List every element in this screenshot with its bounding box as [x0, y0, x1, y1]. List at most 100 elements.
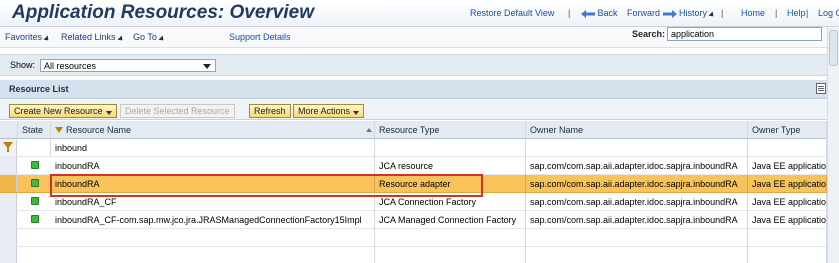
vertical-scrollbar[interactable] [827, 27, 839, 263]
page-title: Application Resources: Overview [12, 2, 314, 23]
separator: | [775, 8, 778, 18]
resource-name-cell: inboundRA_CF-com.sap.mw.jco.jra.JRASMana… [51, 211, 375, 229]
filter-resource-name-input[interactable]: inbound [51, 139, 375, 157]
separator: | [806, 8, 809, 18]
scrollbar-thumb[interactable] [829, 30, 838, 66]
back-button[interactable]: Back [581, 8, 618, 18]
table-header-row: State Resource Name Resource Type Owner … [0, 121, 827, 139]
owner-type-cell: Java EE application [748, 157, 827, 175]
status-ok-icon [31, 215, 39, 223]
table-row[interactable]: inboundRA_CF JCA Connection Factory sap.… [0, 193, 827, 211]
owner-type-cell: Java EE application [748, 211, 827, 229]
filter-icon [55, 127, 63, 133]
resource-toolbar: Create New Resource Delete Selected Reso… [0, 100, 827, 120]
row-selector[interactable] [0, 175, 17, 192]
table-row[interactable]: inboundRA JCA resource sap.com/com.sap.a… [0, 157, 827, 175]
owner-type-cell: Java EE application [748, 193, 827, 211]
panel-title: Resource List [9, 84, 69, 94]
resource-name-cell: inboundRA_CF [51, 193, 375, 211]
resource-name-cell: inboundRA [51, 157, 375, 175]
filter-owner-type-input[interactable] [748, 139, 827, 157]
create-new-resource-button[interactable]: Create New Resource [9, 104, 117, 118]
owner-type-cell: Java EE application [748, 175, 827, 193]
empty-cell [526, 247, 748, 263]
row-selector[interactable] [0, 157, 17, 174]
resource-type-cell: JCA Connection Factory [375, 193, 526, 211]
search-label: Search: [632, 29, 666, 39]
forward-button[interactable]: Forward [627, 8, 677, 18]
select-all-cell[interactable] [0, 121, 18, 139]
status-ok-icon [31, 161, 39, 169]
dropdown-arrow-icon [43, 35, 51, 43]
empty-cell [51, 229, 375, 247]
empty-cell [375, 247, 526, 263]
row-selector[interactable] [0, 193, 17, 210]
resource-type-cell: Resource adapter [375, 175, 526, 193]
filter-owner-name-input[interactable] [526, 139, 748, 157]
help-link[interactable]: Help [787, 8, 806, 18]
show-selected-value: All resources [44, 61, 97, 71]
restore-default-view-link[interactable]: Restore Default View [470, 8, 554, 18]
favorites-menu[interactable]: Favorites [5, 32, 51, 43]
show-filter-bar: Show: All resources [0, 54, 827, 76]
empty-table-row [0, 247, 827, 263]
chevron-down-icon [203, 64, 211, 69]
table-row-selected[interactable]: inboundRA Resource adapter sap.com/com.s… [0, 175, 827, 193]
related-links-menu[interactable]: Related Links [61, 32, 125, 43]
column-header-resource-name[interactable]: Resource Name [51, 121, 375, 139]
search-input[interactable] [667, 27, 822, 41]
filter-icon [3, 142, 13, 152]
delete-selected-resource-button[interactable]: Delete Selected Resource [120, 104, 235, 118]
top-links: Restore Default View | Back Forward Hist… [470, 8, 839, 22]
dropdown-arrow-icon [117, 35, 125, 43]
owner-name-cell: sap.com/com.sap.aii.adapter.idoc.sapjra.… [526, 193, 748, 211]
show-select[interactable]: All resources [40, 59, 216, 72]
empty-cell [375, 229, 526, 247]
dropdown-arrow-icon [353, 111, 360, 115]
table-row[interactable]: inboundRA_CF-com.sap.mw.jco.jra.JRASMana… [0, 211, 827, 229]
filter-row: inbound [0, 139, 827, 157]
empty-cell [526, 229, 748, 247]
sort-ascending-icon[interactable] [366, 128, 372, 132]
empty-cell [748, 229, 827, 247]
owner-name-cell: sap.com/com.sap.aii.adapter.idoc.sapjra.… [526, 157, 748, 175]
column-header-resource-type[interactable]: Resource Type [375, 121, 526, 139]
column-header-state[interactable]: State [18, 121, 51, 139]
resource-type-cell: JCA resource [375, 157, 526, 175]
forward-arrow-icon [662, 9, 677, 18]
row-selector [0, 247, 17, 263]
separator: | [721, 8, 724, 18]
home-link[interactable]: Home [741, 8, 765, 18]
empty-cell [748, 247, 827, 263]
go-to-menu[interactable]: Go To [133, 32, 166, 43]
status-ok-icon [31, 179, 39, 187]
logoff-link[interactable]: Log Off [818, 8, 839, 18]
app-header: Application Resources: Overview Restore … [0, 0, 839, 27]
column-header-owner-type[interactable]: Owner Type [748, 121, 827, 139]
refresh-button[interactable]: Refresh [249, 104, 291, 118]
dropdown-arrow-icon [708, 11, 716, 19]
support-details-link[interactable]: Support Details [229, 32, 291, 42]
filter-resource-type-input[interactable] [375, 139, 526, 157]
owner-name-cell: sap.com/com.sap.aii.adapter.idoc.sapjra.… [526, 175, 748, 193]
dropdown-arrow-icon [158, 35, 166, 43]
empty-cell [51, 247, 375, 263]
filter-state-cell[interactable] [18, 139, 51, 157]
row-selector[interactable] [0, 211, 17, 228]
column-header-owner-name[interactable]: Owner Name [526, 121, 748, 139]
filter-toggle-cell[interactable] [0, 139, 17, 156]
owner-name-cell: sap.com/com.sap.aii.adapter.idoc.sapjra.… [526, 211, 748, 229]
history-menu[interactable]: History [679, 8, 716, 19]
status-ok-icon [31, 197, 39, 205]
show-label: Show: [10, 60, 36, 70]
dropdown-arrow-icon [105, 111, 112, 115]
row-selector [0, 229, 17, 246]
back-arrow-icon [581, 9, 595, 18]
resource-list-panel-header: Resource List [0, 80, 827, 99]
resource-name-cell: inboundRA [51, 175, 375, 193]
resource-type-cell: JCA Managed Connection Factory [375, 211, 526, 229]
panel-menu-icon[interactable] [816, 83, 826, 94]
empty-table-row [0, 229, 827, 247]
separator: | [568, 8, 571, 18]
more-actions-button[interactable]: More Actions [293, 104, 365, 118]
